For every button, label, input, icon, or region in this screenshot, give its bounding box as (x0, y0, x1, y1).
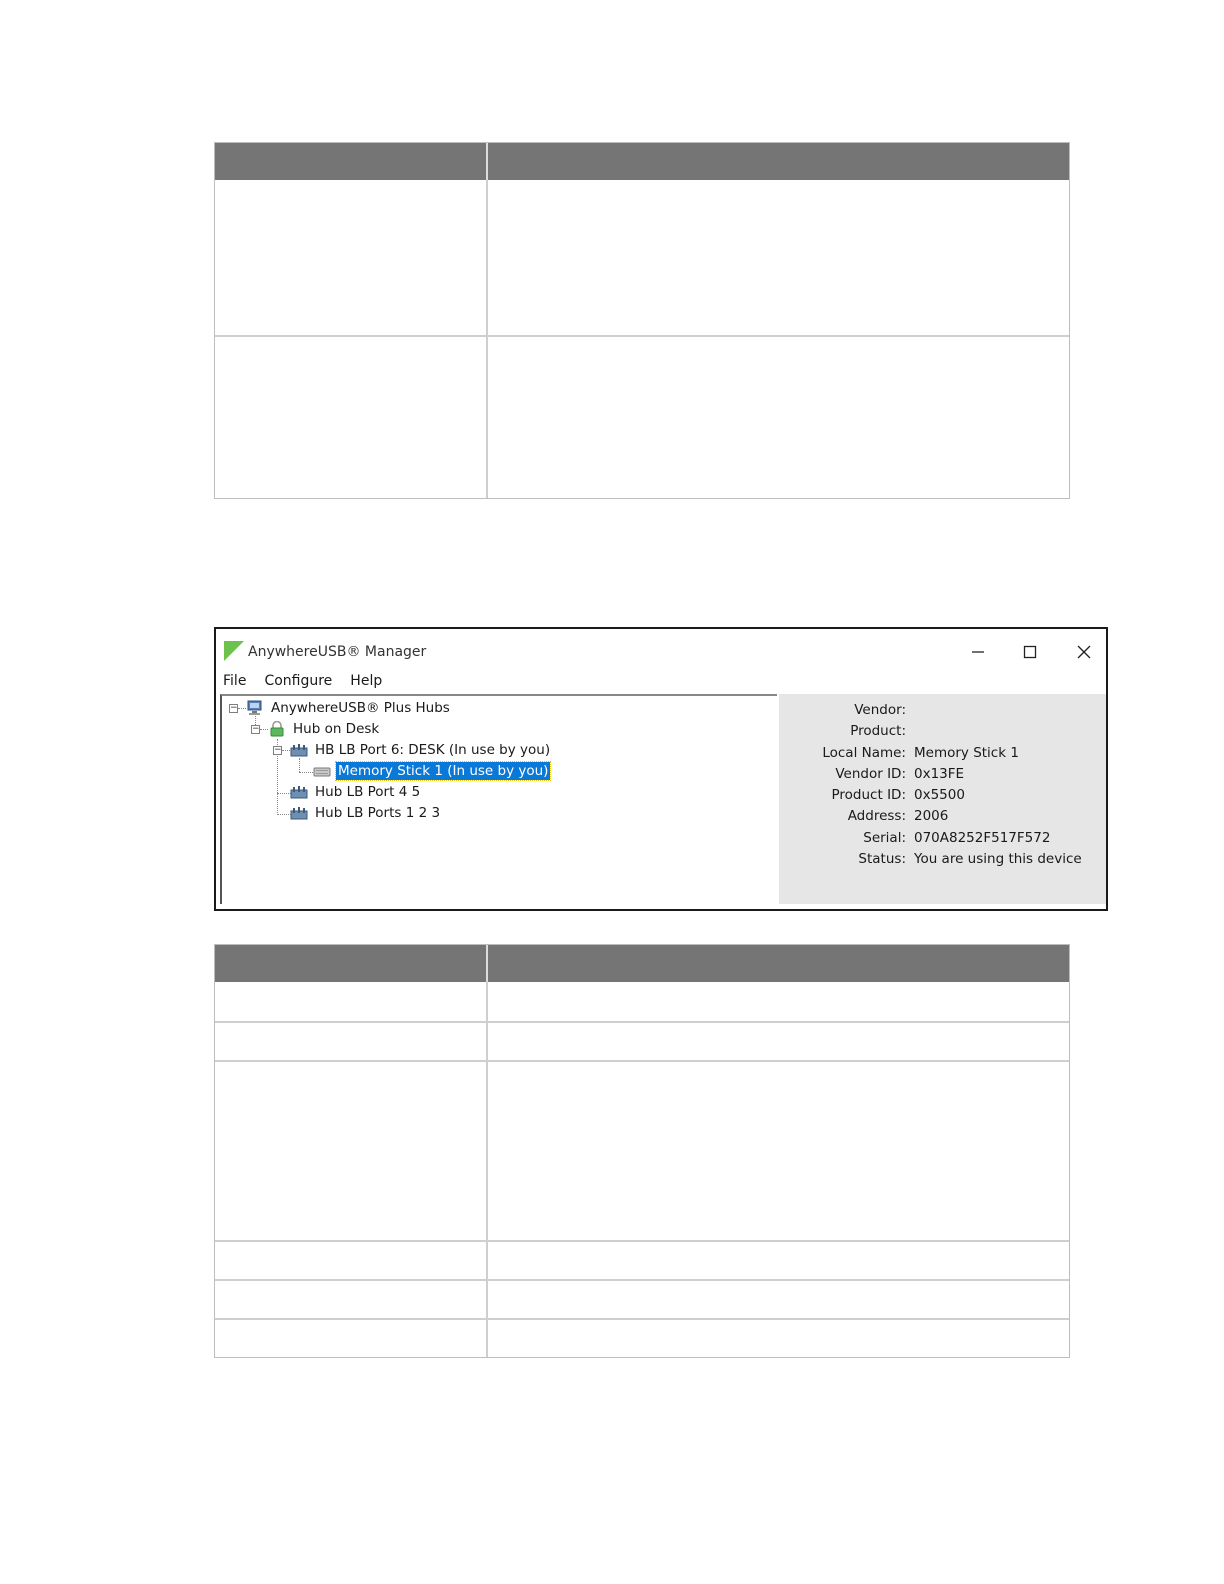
table-row (215, 1318, 1069, 1357)
tree-node-label: Hub LB Port 4 5 (315, 784, 421, 800)
table-cell (215, 1242, 488, 1279)
lock-icon (270, 721, 284, 737)
table-cell (488, 1320, 1069, 1357)
device-details-pane: Vendor: Product: Local Name: Memory Stic… (779, 694, 1106, 904)
hub-tree-view[interactable]: − − − AnywhereUSB® Plus Hubs Hub on Desk (220, 694, 777, 904)
maximize-icon (1023, 645, 1037, 659)
table-header-cell (215, 945, 488, 982)
table-row (215, 1060, 1069, 1240)
collapse-toggle[interactable]: − (229, 704, 238, 713)
table-cell (488, 1281, 1069, 1318)
table-cell (215, 1023, 488, 1060)
table-row (215, 1021, 1069, 1060)
tree-node-label: AnywhereUSB® Plus Hubs (271, 700, 450, 716)
tree-connector (277, 793, 291, 794)
table-cell (215, 180, 488, 335)
detail-key: Local Name: (822, 745, 906, 761)
tree-node-label: Hub LB Ports 1 2 3 (315, 805, 441, 821)
detail-value: Memory Stick 1 (914, 745, 1019, 761)
table-row (215, 1279, 1069, 1318)
tree-connector (299, 758, 300, 772)
close-button[interactable] (1066, 639, 1102, 665)
table-cell (215, 337, 488, 498)
detail-key: Product ID: (831, 787, 906, 803)
detail-row-local-name: Local Name: Memory Stick 1 (779, 745, 1106, 765)
tree-node-group[interactable]: Hub LB Port 4 5 (290, 782, 422, 802)
window-title: AnywhereUSB® Manager (248, 644, 427, 660)
tree-node-device[interactable]: Memory Stick 1 (In use by you) (313, 761, 552, 781)
tree-node-hub[interactable]: Hub on Desk (268, 719, 381, 739)
tree-node-label-selected: Memory Stick 1 (In use by you) (334, 761, 552, 781)
detail-key: Vendor ID: (835, 766, 906, 782)
minimize-icon (972, 651, 984, 653)
table-row (215, 180, 1069, 335)
detail-key: Address: (847, 808, 906, 824)
tree-connector (260, 729, 268, 730)
detail-row-product: Product: (779, 723, 1106, 743)
usb-group-icon (290, 786, 308, 799)
tree-node-label: HB LB Port 6: DESK (In use by you) (315, 742, 551, 758)
detail-value: 0x5500 (914, 787, 965, 803)
table-cell (215, 982, 488, 1021)
detail-row-status: Status: You are using this device (779, 851, 1106, 871)
table-row (215, 335, 1069, 498)
menu-configure[interactable]: Configure (263, 673, 333, 695)
tree-connector (282, 750, 290, 751)
table-cell (488, 180, 1069, 335)
table-header-row (215, 143, 1069, 180)
tree-node-group[interactable]: HB LB Port 6: DESK (In use by you) (290, 740, 552, 760)
menu-file[interactable]: File (222, 673, 247, 695)
bottom-table (214, 944, 1070, 1358)
tree-node-group[interactable]: Hub LB Ports 1 2 3 (290, 803, 442, 823)
table-cell (215, 1281, 488, 1318)
detail-row-address: Address: 2006 (779, 808, 1106, 828)
detail-row-serial: Serial: 070A8252F517F572 (779, 830, 1106, 850)
collapse-toggle[interactable]: − (251, 725, 260, 734)
table-row (215, 1240, 1069, 1279)
table-header-cell (488, 143, 1069, 180)
detail-key: Status: (858, 851, 906, 867)
title-bar: AnywhereUSB® Manager (216, 629, 1106, 671)
anywhereusb-manager-window: AnywhereUSB® Manager File Configure Help (214, 627, 1108, 911)
table-cell (215, 1062, 488, 1240)
close-icon (1077, 645, 1091, 659)
table-cell (488, 337, 1069, 498)
usb-group-icon (290, 807, 308, 820)
detail-value: 070A8252F517F572 (914, 830, 1051, 846)
table-header-cell (488, 945, 1069, 982)
top-table (214, 142, 1070, 499)
maximize-button[interactable] (1012, 639, 1048, 665)
detail-row-vendor-id: Vendor ID: 0x13FE (779, 766, 1106, 786)
minimize-button[interactable] (960, 639, 996, 665)
computer-icon (247, 700, 262, 715)
detail-row-product-id: Product ID: 0x5500 (779, 787, 1106, 807)
tree-node-root[interactable]: AnywhereUSB® Plus Hubs (246, 698, 452, 718)
table-row (215, 982, 1069, 1021)
menu-bar: File Configure Help (222, 673, 399, 695)
tree-connector (299, 772, 313, 773)
tree-node-label: Hub on Desk (293, 721, 380, 737)
table-cell (488, 982, 1069, 1021)
table-header-row (215, 945, 1069, 982)
tree-connector (238, 708, 246, 709)
collapse-toggle[interactable]: − (273, 746, 282, 755)
detail-value: 2006 (914, 808, 949, 824)
memory-stick-icon (313, 767, 331, 777)
usb-group-icon (290, 744, 308, 757)
detail-key: Product: (850, 723, 906, 739)
detail-value: 0x13FE (914, 766, 965, 782)
detail-row-vendor: Vendor: (779, 702, 1106, 722)
table-cell (488, 1242, 1069, 1279)
detail-key: Serial: (863, 830, 906, 846)
table-cell (215, 1320, 488, 1357)
table-header-cell (215, 143, 488, 180)
table-cell (488, 1062, 1069, 1240)
table-cell (488, 1023, 1069, 1060)
detail-key: Vendor: (854, 702, 906, 718)
app-logo-icon (224, 641, 244, 661)
tree-connector (277, 814, 291, 815)
detail-value: You are using this device (914, 851, 1082, 867)
menu-help[interactable]: Help (349, 673, 383, 695)
